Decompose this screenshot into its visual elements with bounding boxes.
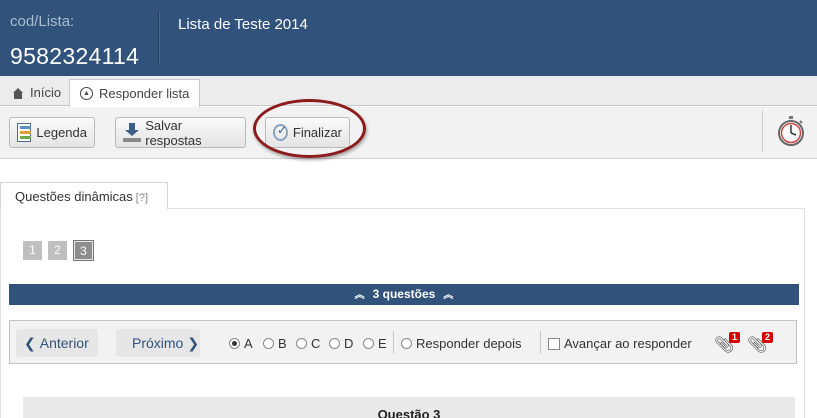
proximo-button[interactable]: Próximo ❯ xyxy=(116,329,200,357)
header-divider xyxy=(158,12,159,65)
avancar-ao-responder-option[interactable]: Avançar ao responder xyxy=(548,336,692,351)
anterior-button[interactable]: ❮ Anterior xyxy=(16,329,98,357)
option-d[interactable]: D xyxy=(329,336,353,351)
tab-inicio-label: Início xyxy=(30,85,62,100)
chevrons-up-icon: ︽ xyxy=(443,290,454,301)
toolbar: Legenda Salvar respostas Finalizar xyxy=(0,107,817,159)
nav-divider xyxy=(393,331,394,354)
questions-count-bar[interactable]: ︽ 3 questões ︽ xyxy=(9,284,799,305)
list-title: Lista de Teste 2014 xyxy=(178,16,308,33)
tab-questoes-dinamicas[interactable]: Questões dinâmicas [?] xyxy=(0,182,168,209)
chevron-left-icon: ❮ xyxy=(24,334,36,351)
toolbar-divider xyxy=(762,110,763,152)
avancar-label: Avançar ao responder xyxy=(564,336,692,351)
stopwatch-icon[interactable] xyxy=(775,115,807,147)
attachment-badge-2: 2 xyxy=(762,332,774,343)
proximo-button-label: Próximo xyxy=(132,335,184,351)
responder-depois-radio[interactable] xyxy=(401,338,412,349)
option-a-label: A xyxy=(244,336,253,351)
attachment-badge-1: 1 xyxy=(729,332,741,343)
main-tab-bar: Início ▲ Responder lista xyxy=(0,76,817,107)
tab-responder-lista[interactable]: ▲ Responder lista xyxy=(69,79,201,107)
option-a[interactable]: A xyxy=(229,336,253,351)
finalizar-button-label: Finalizar xyxy=(292,125,342,140)
page-button-3[interactable]: 3 xyxy=(73,240,94,261)
legenda-button-label: Legenda xyxy=(36,125,87,140)
option-b-label: B xyxy=(278,336,287,351)
legend-icon xyxy=(17,123,32,142)
option-c-label: C xyxy=(311,336,321,351)
salvar-respostas-button[interactable]: Salvar respostas xyxy=(115,117,246,148)
salvar-respostas-label: Salvar respostas xyxy=(145,117,202,148)
circle-up-icon: ▲ xyxy=(80,87,93,100)
cod-lista-value: 9582324114 xyxy=(10,43,140,69)
cod-lista-label: cod/Lista: xyxy=(10,13,75,30)
option-d-label: D xyxy=(344,336,354,351)
option-e[interactable]: E xyxy=(363,336,387,351)
answer-nav-bar: ❮ Anterior Próximo ❯ A B C D E Responder… xyxy=(9,320,797,364)
chevron-right-icon: ❯ xyxy=(187,334,200,351)
option-b-radio[interactable] xyxy=(263,338,274,349)
option-e-radio[interactable] xyxy=(363,338,374,349)
question-header: Questão 3 xyxy=(23,397,795,418)
avancar-checkbox[interactable] xyxy=(548,337,560,350)
legenda-button[interactable]: Legenda xyxy=(9,117,95,148)
questions-panel xyxy=(0,208,805,418)
tab-inicio[interactable]: Início xyxy=(2,79,71,107)
question-title: Questão 3 xyxy=(377,407,441,418)
chevrons-up-icon: ︽ xyxy=(354,290,365,301)
page-button-2[interactable]: 2 xyxy=(48,241,67,260)
home-icon xyxy=(12,87,24,99)
finalizar-button[interactable]: Finalizar xyxy=(265,117,350,148)
option-c[interactable]: C xyxy=(296,336,320,351)
option-d-radio[interactable] xyxy=(329,338,340,349)
option-e-label: E xyxy=(378,336,387,351)
questions-count-label: 3 questões xyxy=(372,287,436,301)
responder-depois-label: Responder depois xyxy=(416,336,522,351)
option-b[interactable]: B xyxy=(263,336,287,351)
option-c-radio[interactable] xyxy=(296,338,307,349)
responder-depois-option[interactable]: Responder depois xyxy=(401,336,522,351)
page-button-1[interactable]: 1 xyxy=(23,241,42,260)
header-bar: cod/Lista: 9582324114 Lista de Teste 201… xyxy=(0,0,817,76)
download-icon xyxy=(123,123,141,142)
option-a-radio[interactable] xyxy=(229,338,240,349)
anterior-button-label: Anterior xyxy=(39,335,89,351)
check-clock-icon xyxy=(273,123,288,141)
nav-divider xyxy=(540,331,541,354)
help-link[interactable]: [?] xyxy=(136,192,148,204)
tab-questoes-dinamicas-label: Questões dinâmicas xyxy=(15,189,133,204)
tab-responder-lista-label: Responder lista xyxy=(99,85,190,101)
